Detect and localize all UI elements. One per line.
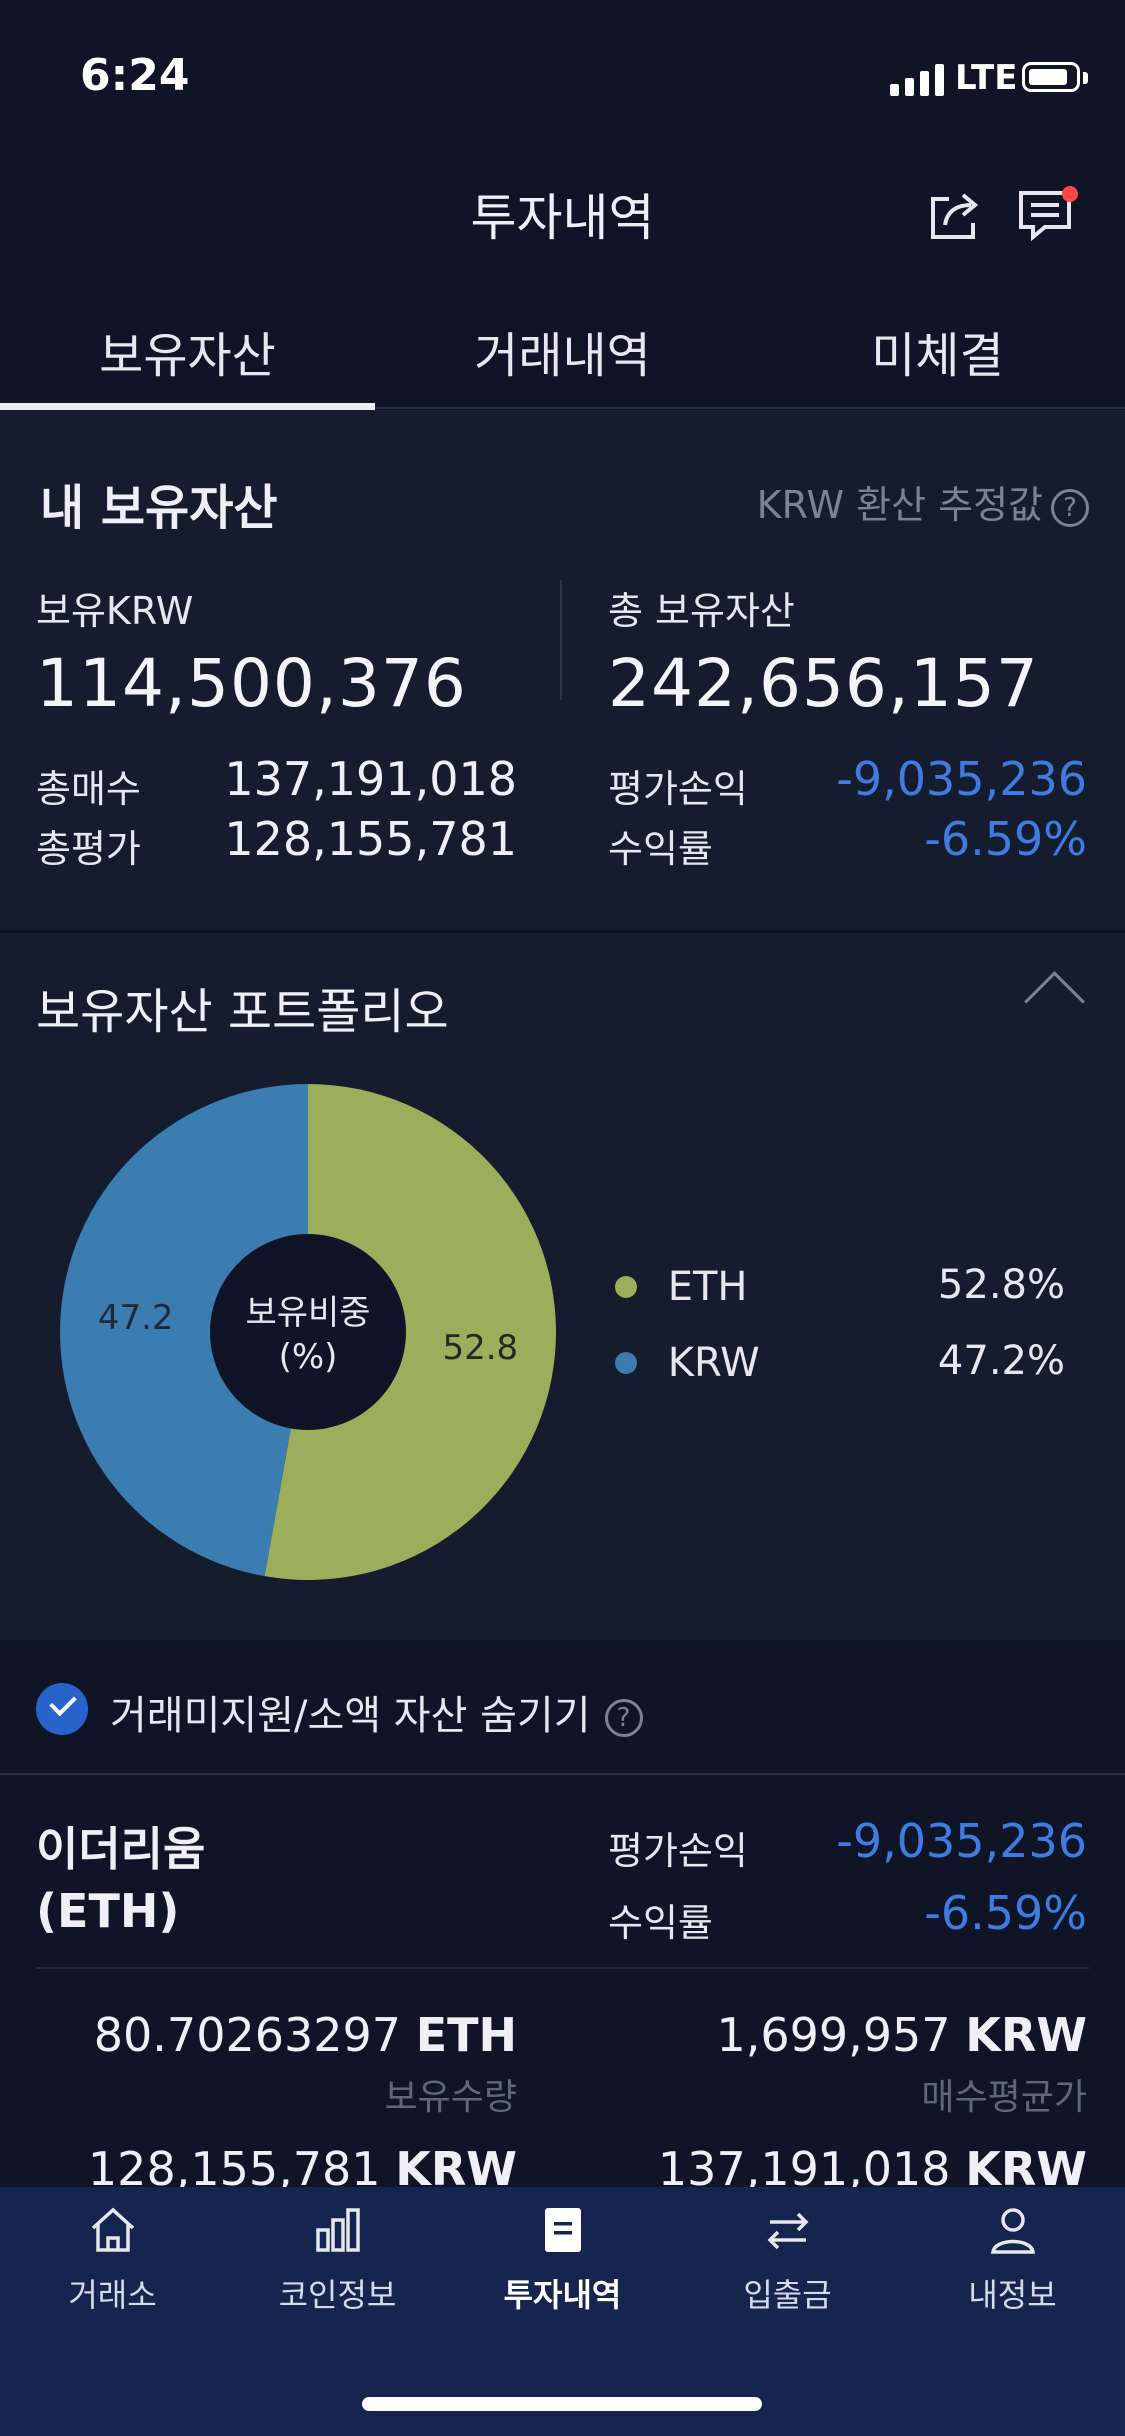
hide-small-assets-label: 거래미지원/소액 자산 숨기기 [110,1693,591,1739]
nav-label: 입출금 [743,2276,832,2314]
average-buy-price-label: 매수평균가 [921,2077,1087,2118]
holding-quantity: 80.70263297 ETH [94,2008,517,2062]
donut-center-unit: (%) [279,1337,338,1377]
holding-quantity-value: 80.70263297 [93,2008,402,2062]
battery-icon [1022,62,1080,92]
home-icon [83,2200,143,2260]
help-icon[interactable]: ? [1051,488,1089,527]
pl-label: 평가손익 [608,767,748,811]
tab-bar: 보유자산 거래내역 미체결 [0,300,1125,410]
holding-quantity-unit: ETH [415,2008,517,2062]
network-label: LTE [955,58,1018,98]
eval-label: 총평가 [36,827,141,871]
rate-label: 수익률 [608,827,713,871]
average-buy-price: 1,699,957 KRW [716,2008,1087,2062]
nav-investments[interactable]: 투자내역 [450,2200,675,2320]
hide-small-assets-option[interactable]: 거래미지원/소액 자산 숨기기? [110,1683,643,1741]
buy-label: 총매수 [36,767,141,811]
average-buy-price-value: 1,699,957 [716,2008,951,2062]
tab-active-indicator [0,403,375,410]
pl-value: -9,035,236 [836,752,1087,806]
bar-chart-icon [308,2200,368,2260]
summary-divider [560,580,562,700]
total-label: 총 보유자산 [608,589,795,633]
portfolio-title: 보유자산 포트폴리오 [36,984,449,1040]
rate-value: -6.59% [924,812,1087,866]
slice-label-eth: 52.8 [442,1328,518,1368]
transfer-icon [758,2200,818,2260]
document-icon [533,2200,593,2260]
battery-tip [1083,72,1088,84]
coin-rate-value: -6.59% [924,1886,1087,1940]
legend-percent-krw: 47.2% [937,1338,1065,1384]
coin-divider [36,1967,1089,1969]
notification-dot [1062,186,1078,202]
portfolio-donut-chart: 보유비중 (%) 52.8 47.2 [60,1084,557,1580]
buy-value: 137,191,018 [224,752,517,806]
legend-dot-eth [615,1276,637,1298]
estimate-label: KRW 환산 추정값 [756,483,1043,527]
legend-dot-krw [615,1352,637,1374]
share-icon[interactable] [925,185,985,245]
legend-name-krw: KRW [667,1340,760,1386]
krw-label: 보유KRW [36,589,194,633]
total-value: 242,656,157 [608,645,1039,722]
status-bar: 6:24 LTE [0,0,1125,150]
slice-label-krw: 47.2 [98,1298,174,1338]
nav-label: 코인정보 [278,2276,397,2314]
nav-label: 투자내역 [503,2276,622,2314]
coin-name: 이더리움 [36,1822,206,1876]
legend-item-krw: KRW 47.2% [615,1338,1065,1386]
coin-pl-label: 평가손익 [608,1829,748,1873]
holding-quantity-label: 보유수량 [384,2077,517,2118]
coin-symbol: (ETH) [36,1884,180,1938]
coin-pl-value: -9,035,236 [836,1814,1087,1868]
eval-value: 128,155,781 [224,812,517,866]
estimate-note[interactable]: KRW 환산 추정값? [757,474,1089,529]
average-buy-price-unit: KRW [965,2008,1087,2062]
legend-percent-eth: 52.8% [937,1262,1065,1308]
checkbox-checked-icon[interactable] [36,1683,88,1735]
home-indicator [362,2397,762,2411]
nav-coin-info[interactable]: 코인정보 [225,2200,450,2320]
tab-pending[interactable]: 미체결 [750,300,1125,410]
summary-title: 내 보유자산 [40,480,278,536]
legend-name-eth: ETH [667,1264,748,1310]
krw-value: 114,500,376 [36,645,467,722]
tab-history[interactable]: 거래내역 [375,300,750,410]
tab-holdings[interactable]: 보유자산 [0,300,375,410]
nav-exchange[interactable]: 거래소 [0,2200,225,2320]
donut-center-label: 보유비중 [245,1293,370,1333]
coin-rate-label: 수익률 [608,1901,713,1945]
nav-label: 내정보 [968,2276,1057,2314]
nav-label: 거래소 [68,2276,157,2314]
help-icon[interactable]: ? [604,1699,643,1737]
signal-icon [890,62,944,96]
user-icon [983,2200,1043,2260]
legend-item-eth: ETH 52.8% [615,1262,1065,1310]
nav-my-info[interactable]: 내정보 [900,2200,1125,2320]
status-time: 6:24 [80,50,190,101]
nav-deposit-withdraw[interactable]: 입출금 [675,2200,900,2320]
